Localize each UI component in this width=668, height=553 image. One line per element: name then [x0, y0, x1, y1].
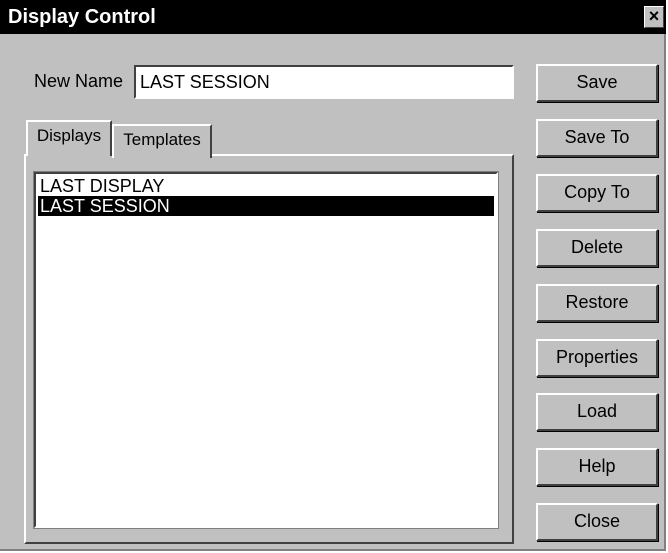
load-button[interactable]: Load [536, 393, 658, 431]
delete-button[interactable]: Delete [536, 229, 658, 267]
title-bar[interactable]: Display Control × [0, 0, 666, 34]
display-control-dialog: Display Control × New Name LAST SESSION … [0, 0, 666, 551]
list-item[interactable]: LAST DISPLAY [38, 176, 494, 196]
delete-button-label: Delete [570, 237, 624, 257]
restore-button-label: Restore [565, 292, 629, 312]
close-button[interactable]: Close [536, 503, 658, 541]
close-button-label: Close [573, 511, 621, 531]
tab-displays[interactable]: Displays [26, 120, 112, 156]
save-button[interactable]: Save [536, 64, 658, 102]
help-button[interactable]: Help [536, 448, 658, 486]
properties-button-label: Properties [555, 347, 639, 367]
tab-templates[interactable]: Templates [112, 124, 212, 158]
list-item-selected[interactable]: LAST SESSION [38, 196, 494, 216]
restore-button[interactable]: Restore [536, 284, 658, 322]
copy-to-button[interactable]: Copy To [536, 174, 658, 212]
displays-list[interactable]: LAST DISPLAY LAST SESSION [33, 171, 499, 529]
close-icon[interactable]: × [644, 6, 664, 28]
help-button-label: Help [578, 456, 616, 476]
copy-to-button-label: Copy To [564, 182, 630, 202]
load-button-label: Load [576, 401, 618, 421]
properties-button[interactable]: Properties [536, 339, 658, 377]
new-name-label: New Name [34, 71, 124, 91]
new-name-input[interactable]: LAST SESSION [134, 65, 514, 99]
window-title: Display Control [8, 6, 156, 28]
save-button-label: Save [576, 72, 618, 92]
save-to-button-label: Save To [564, 127, 630, 147]
save-to-button[interactable]: Save To [536, 119, 658, 157]
